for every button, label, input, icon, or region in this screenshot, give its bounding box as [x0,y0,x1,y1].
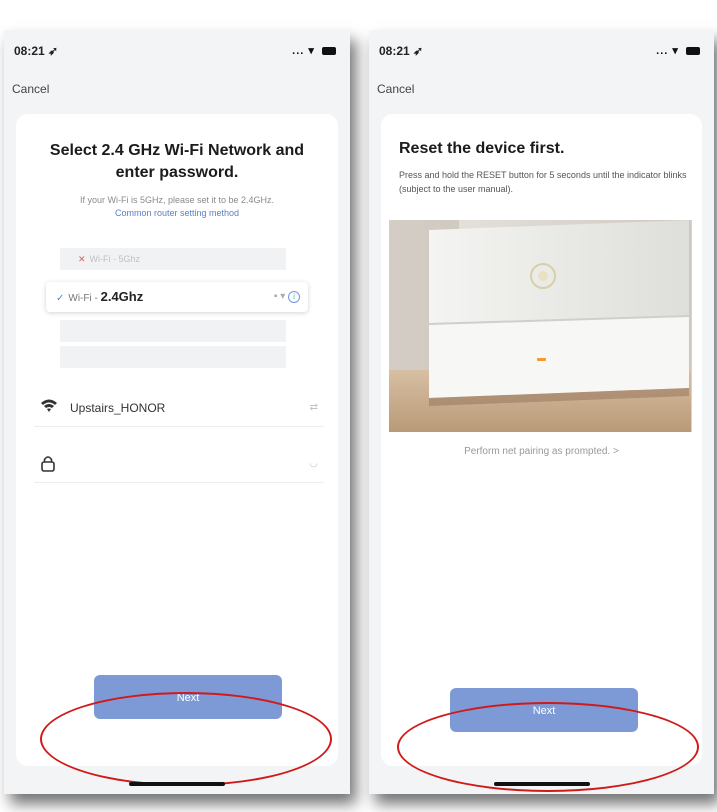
content-card: Select 2.4 GHz Wi-Fi Network and enter p… [16,114,338,766]
status-icons: ... ▾ [656,44,700,57]
cancel-button[interactable]: Cancel [377,82,414,96]
network-row-2-4ghz: ✓ Wi-Fi - 2.4Ghz ▪ ▾ i [46,282,308,312]
wifi-hint: If your Wi-Fi is 5GHz, please set it to … [26,194,328,220]
status-bar: 08:21 ➶ ... ▾ [4,44,350,60]
signal-icon: ... [292,45,305,57]
content-card: Reset the device first. Press and hold t… [381,114,702,766]
wifi-icon [40,398,58,419]
wifi-name-value: Upstairs_HONOR [70,401,166,415]
location-arrow-icon: ➶ [413,44,424,58]
wifi-band-illustration: ✕ Wi-Fi - 5Ghz ✓ Wi-Fi - 2.4Ghz ▪ ▾ i [46,248,308,376]
info-icon: i [288,291,300,303]
network-row-icons: ▪ ▾ i [274,282,300,312]
device-photo [389,220,692,432]
page-title: Reset the device first. [399,140,565,157]
annotation-circle [397,702,699,792]
show-password-icon[interactable]: ◡ [309,458,318,469]
switch-network-icon[interactable]: ⇄ [310,402,318,413]
annotation-circle [40,692,332,786]
cancel-button[interactable]: Cancel [12,82,49,96]
status-icons: ... ▾ [292,44,336,57]
battery-icon [686,47,700,56]
reset-device-screen: 08:21 ➶ ... ▾ Cancel Reset the device fi… [369,30,714,794]
net-pairing-link[interactable]: Perform net pairing as prompted. > [381,446,702,457]
hint-text: If your Wi-Fi is 5GHz, please set it to … [79,195,275,205]
router-setting-link[interactable]: Common router setting method [26,207,328,220]
signal-icon: ... [656,45,669,57]
password-field[interactable]: ◡ [34,446,324,483]
status-time: 08:21 ➶ [379,44,424,58]
lock-icon [40,454,56,477]
status-bar: 08:21 ➶ ... ▾ [369,44,714,60]
wifi-setup-screen: 08:21 ➶ ... ▾ Cancel Select 2.4 GHz Wi-F… [4,30,350,794]
page-title: Select 2.4 GHz Wi-Fi Network and enter p… [49,142,305,181]
status-time: 08:21 ➶ [14,44,59,58]
network-row-5ghz: ✕ Wi-Fi - 5Ghz [60,248,286,270]
wifi-name-field[interactable]: Upstairs_HONOR ⇄ [34,390,324,427]
location-arrow-icon: ➶ [48,44,59,58]
network-row-placeholder [60,320,286,342]
network-row-placeholder [60,346,286,368]
lock-small-icon: ▪ [273,291,278,302]
wifi-icon: ▾ [672,45,679,57]
wifi-small-icon: ▾ [280,291,286,302]
check-icon: ✓ [56,293,65,304]
home-indicator [129,782,225,786]
reset-instructions: Press and hold the RESET button for 5 se… [399,170,687,194]
wifi-icon: ▾ [308,45,315,57]
home-indicator [493,782,590,786]
battery-icon [322,47,336,56]
close-icon: ✕ [78,254,86,264]
